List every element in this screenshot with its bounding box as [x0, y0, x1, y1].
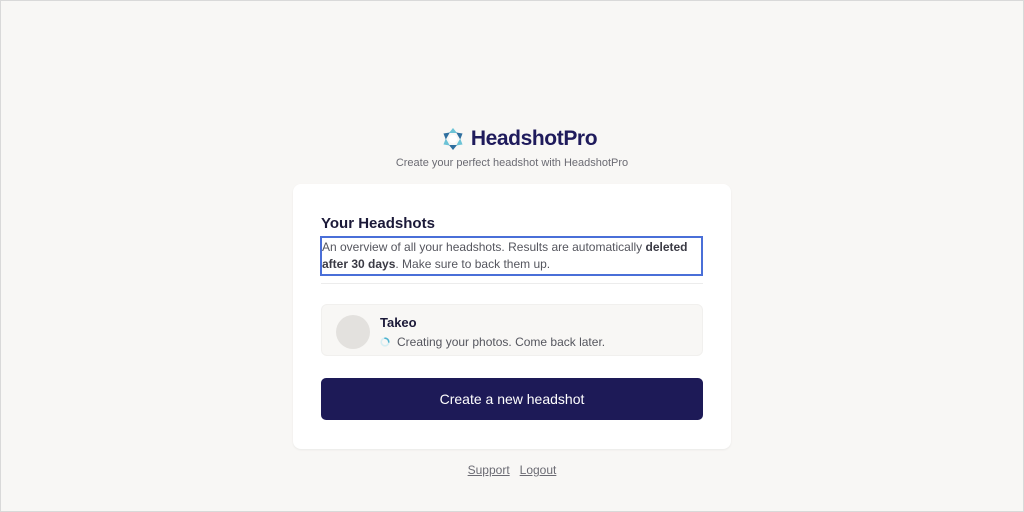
support-link[interactable]: Support	[468, 463, 510, 477]
description-text: An overview of all your headshots. Resul…	[322, 240, 646, 254]
card-title: Your Headshots	[321, 215, 435, 232]
headshot-status-text: Creating your photos. Come back later.	[397, 335, 606, 349]
spinner-icon	[380, 337, 390, 347]
footer-links: Support Logout	[0, 463, 1024, 477]
headshotpro-logo-icon	[443, 128, 463, 150]
create-headshot-button[interactable]: Create a new headshot	[321, 378, 703, 420]
brand-tagline: Create your perfect headshot with Headsh…	[395, 157, 629, 169]
description-text-end: . Make sure to back them up.	[395, 257, 551, 271]
headshots-card: Your Headshots An overview of all your h…	[293, 184, 731, 449]
card-description: An overview of all your headshots. Resul…	[320, 236, 703, 276]
headshot-name: Takeo	[380, 315, 417, 330]
headshot-status: Creating your photos. Come back later.	[380, 335, 605, 349]
headshot-list-item[interactable]: Takeo Creating your photos. Come back la…	[321, 304, 703, 356]
brand-header: HeadshotPro	[0, 127, 1024, 151]
brand-name: HeadshotPro	[470, 127, 598, 150]
avatar	[336, 315, 370, 349]
logout-link[interactable]: Logout	[520, 463, 557, 477]
divider	[321, 283, 703, 284]
